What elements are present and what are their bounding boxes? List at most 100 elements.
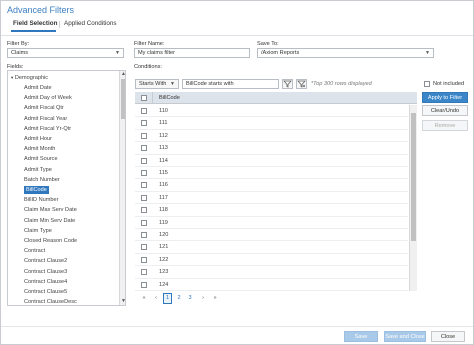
field-item[interactable]: Admit Hour bbox=[24, 134, 52, 144]
not-included-checkbox[interactable] bbox=[424, 81, 430, 87]
close-button[interactable]: Close bbox=[431, 331, 465, 342]
page-1-button[interactable]: 1 bbox=[163, 293, 172, 304]
table-row[interactable]: 123 bbox=[135, 266, 408, 279]
save-to-select[interactable]: /Axiom Reports ▼ bbox=[257, 48, 434, 58]
chevron-down-icon: ▼ bbox=[170, 81, 175, 87]
billcode-cell: 118 bbox=[159, 207, 168, 214]
table-row[interactable]: 122 bbox=[135, 254, 408, 267]
field-item[interactable]: Claim Max Serv Date bbox=[24, 205, 77, 215]
field-item[interactable]: BillCode bbox=[24, 185, 49, 195]
table-row[interactable]: 119 bbox=[135, 217, 408, 229]
fields-scroll-thumb[interactable] bbox=[121, 79, 125, 119]
row-checkbox[interactable] bbox=[141, 207, 147, 214]
field-item[interactable]: Contract Clause3 bbox=[24, 267, 67, 277]
row-checkbox[interactable] bbox=[141, 170, 147, 176]
billcode-cell: 115 bbox=[159, 170, 168, 176]
tab-separator bbox=[59, 21, 60, 28]
filter-button[interactable] bbox=[282, 79, 293, 89]
field-item[interactable]: Contract bbox=[24, 246, 45, 256]
first-page-button[interactable]: « bbox=[140, 293, 148, 303]
billcode-cell: 117 bbox=[159, 194, 168, 201]
table-row[interactable]: 110 bbox=[135, 105, 408, 118]
filter-by-value: Claims bbox=[11, 50, 29, 56]
field-item[interactable]: Contract Clause4 bbox=[24, 277, 67, 287]
row-checkbox[interactable] bbox=[141, 182, 147, 189]
row-checkbox[interactable] bbox=[141, 244, 147, 251]
clear-filter-button[interactable] bbox=[296, 79, 307, 89]
apply-to-filter-button[interactable]: Apply to Filter bbox=[422, 92, 468, 103]
field-item[interactable]: Admit Month bbox=[24, 144, 55, 154]
column-header-billcode[interactable]: BillCode bbox=[159, 95, 180, 101]
not-included-label: Not included bbox=[433, 81, 465, 87]
field-item[interactable]: Admit Fiscal Qtr bbox=[24, 103, 64, 113]
field-item[interactable]: Closed Reason Code bbox=[24, 236, 77, 246]
page-3-button[interactable]: 3 bbox=[186, 293, 194, 303]
save-and-close-button[interactable]: Save and Close bbox=[384, 331, 426, 342]
billcode-cell: 111 bbox=[159, 120, 168, 127]
field-item[interactable]: Claim Type bbox=[24, 226, 52, 236]
condition-expression-input[interactable]: BillCode starts with bbox=[182, 79, 279, 89]
tab-bar: Field Selection Applied Conditions bbox=[1, 19, 473, 33]
billcode-cell: 120 bbox=[159, 232, 169, 238]
table-row[interactable]: 113 bbox=[135, 142, 408, 155]
scroll-down-icon[interactable]: ▼ bbox=[120, 298, 125, 305]
table-row[interactable]: 115 bbox=[135, 167, 408, 180]
chevron-down-icon: ▼ bbox=[425, 50, 430, 56]
table-row[interactable]: 120 bbox=[135, 229, 408, 242]
row-checkbox[interactable] bbox=[141, 269, 147, 276]
operator-select[interactable]: Starts With ▼ bbox=[135, 79, 179, 89]
grid-scroll-thumb[interactable] bbox=[411, 113, 416, 241]
field-item[interactable]: Contract Clause2 bbox=[24, 256, 67, 266]
tab-applied-conditions[interactable]: Applied Conditions bbox=[64, 20, 117, 27]
billcode-cell: 110 bbox=[159, 108, 168, 114]
row-checkbox[interactable] bbox=[141, 132, 147, 139]
next-page-button[interactable]: › bbox=[199, 293, 207, 303]
row-checkbox[interactable] bbox=[141, 145, 147, 152]
table-row[interactable]: 121 bbox=[135, 241, 408, 254]
field-item[interactable]: BillID Number bbox=[24, 195, 59, 205]
grid-scrollbar[interactable] bbox=[409, 105, 417, 291]
footer-divider bbox=[1, 326, 473, 327]
row-checkbox[interactable] bbox=[141, 120, 147, 127]
row-checkbox[interactable] bbox=[141, 281, 147, 288]
remove-button[interactable]: Remove bbox=[422, 120, 468, 131]
table-row[interactable]: 112 bbox=[135, 130, 408, 143]
field-item[interactable]: Contract Clause5 bbox=[24, 287, 67, 297]
table-row[interactable]: 114 bbox=[135, 155, 408, 167]
row-checkbox[interactable] bbox=[141, 157, 147, 164]
row-checkbox[interactable] bbox=[141, 108, 147, 114]
row-checkbox[interactable] bbox=[141, 256, 147, 263]
scroll-up-icon[interactable]: ▲ bbox=[120, 71, 125, 78]
field-item[interactable]: Admit Source bbox=[24, 154, 58, 164]
fields-scrollbar[interactable]: ▲ ▼ bbox=[119, 71, 125, 305]
column-divider bbox=[152, 92, 153, 104]
tree-group-demographic[interactable]: ▾ Demographic bbox=[11, 73, 48, 83]
page-2-button[interactable]: 2 bbox=[175, 293, 183, 303]
field-item[interactable]: Admit Type bbox=[24, 165, 52, 175]
filter-name-input[interactable]: My claims filter bbox=[134, 48, 250, 58]
field-item[interactable]: Admit Fiscal Year bbox=[24, 114, 67, 124]
clear-undo-button[interactable]: Clear/Undo bbox=[422, 105, 468, 116]
select-all-checkbox[interactable] bbox=[141, 95, 147, 101]
row-checkbox[interactable] bbox=[141, 194, 147, 201]
row-checkbox[interactable] bbox=[141, 219, 147, 226]
table-row[interactable]: 111 bbox=[135, 117, 408, 130]
billcode-cell: 124 bbox=[159, 281, 169, 288]
field-item[interactable]: Claim Min Serv Date bbox=[24, 216, 75, 226]
prev-page-button[interactable]: ‹ bbox=[152, 293, 160, 303]
save-button[interactable]: Save bbox=[344, 331, 378, 342]
field-item[interactable]: Admit Fiscal Yr-Qtr bbox=[24, 124, 71, 134]
row-checkbox[interactable] bbox=[141, 232, 147, 238]
table-row[interactable]: 124 bbox=[135, 279, 408, 291]
field-item[interactable]: Batch Number bbox=[24, 175, 60, 185]
active-tab-indicator bbox=[11, 30, 56, 32]
table-row[interactable]: 116 bbox=[135, 179, 408, 192]
field-item[interactable]: Admit Day of Week bbox=[24, 93, 72, 103]
field-item[interactable]: Contract ClauseDesc bbox=[24, 297, 77, 305]
last-page-button[interactable]: » bbox=[211, 293, 219, 303]
tab-field-selection[interactable]: Field Selection bbox=[13, 20, 57, 27]
filter-by-select[interactable]: Claims ▼ bbox=[7, 48, 124, 58]
table-row[interactable]: 117 bbox=[135, 192, 408, 205]
table-row[interactable]: 118 bbox=[135, 204, 408, 217]
field-item[interactable]: Admit Date bbox=[24, 83, 52, 93]
